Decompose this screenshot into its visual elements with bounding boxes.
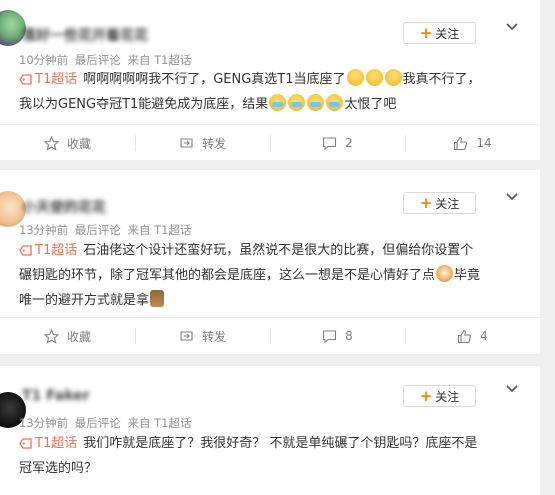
comment-button[interactable]: 8 [270, 318, 405, 354]
post-meta: 10分钟前 最后评论 来自 T1超话 [19, 52, 191, 68]
grimace-emoji [365, 69, 383, 86]
chevron-down-icon[interactable] [505, 20, 519, 34]
repost-button[interactable]: 转发 [135, 125, 270, 160]
post-source[interactable]: 来自 T1超话 [127, 416, 191, 430]
post-meta-label: 最后评论 [74, 416, 121, 430]
repost-icon [180, 137, 193, 148]
post-text: T1超话 我们咋就是底座了？我很好奇？ 不就是单纯碾了个钥匙吗？底座不是冠军选的吗… [19, 431, 524, 481]
follow-button[interactable]: + 关注 [403, 22, 476, 44]
post-actions: 收藏 转发 2 14 [0, 124, 540, 160]
post-text-part: 太恨了吧 [344, 97, 397, 112]
post-text-part: 我以为GENG夺冠T1能避免成为底座，结果 [19, 97, 269, 112]
super-topic-tag-icon [19, 438, 32, 449]
like-count: 4 [480, 329, 488, 343]
weibo-comment-feed: 落好一些花开着花花 10分钟前 最后评论 来自 T1超话 + 关注 T1超话 啊啊… [0, 0, 540, 495]
repost-label: 转发 [201, 329, 226, 344]
plus-icon: + [419, 386, 433, 405]
post-text-part: 我们咋就是底座了？我很好奇？ 不就是单纯碾了个钥匙吗？底座不是 [83, 436, 478, 451]
follow-button[interactable]: + 关注 [403, 385, 476, 407]
collect-button[interactable]: 收藏 [0, 318, 135, 354]
plus-icon: + [419, 193, 433, 212]
comment-count: 2 [345, 136, 353, 150]
like-button[interactable]: 4 [405, 318, 540, 354]
post-text-part: 冠军选的吗？ [19, 461, 98, 476]
post-text-part: 啊啊啊啊啊我不行了，GENG真选T1当底座了 [83, 72, 346, 87]
topic-label: T1超话 [35, 243, 78, 258]
post-meta-label: 最后评论 [74, 223, 121, 237]
follow-button[interactable]: + 关注 [403, 192, 476, 214]
repost-button[interactable]: 转发 [135, 318, 270, 354]
post-meta: 13分钟前 最后评论 来自 T1超话 [19, 415, 191, 431]
comment-button[interactable]: 2 [270, 125, 405, 160]
topic-label: T1超话 [35, 72, 78, 87]
post-text: T1超话 啊啊啊啊啊我不行了，GENG真选T1当底座了 我真不行了， 我以为GENG夺… [19, 67, 524, 117]
post-text-part: 毕竟 [454, 268, 481, 283]
topic-link[interactable]: T1超话 [19, 243, 77, 258]
collect-label: 收藏 [66, 136, 91, 151]
post-text-part: 唯一的避开方式就是拿 [19, 293, 150, 308]
like-count: 14 [476, 136, 492, 150]
post-text-part: 石油佬这个设计还蛮好玩，虽然说不是很大的比赛，但偏给你设置个 [83, 243, 474, 258]
crying-emoji [307, 94, 325, 111]
grimace-emoji [346, 69, 364, 86]
grimace-emoji [384, 69, 402, 86]
chevron-down-icon[interactable] [505, 190, 519, 204]
post-source[interactable]: 来自 T1超话 [127, 223, 191, 237]
topic-link[interactable]: T1超话 [19, 72, 77, 87]
thumbs-up-icon [458, 329, 472, 343]
super-topic-tag-icon [19, 74, 32, 85]
comment-bubble-icon [323, 136, 337, 150]
follow-label: 关注 [435, 26, 460, 41]
comment-bubble-icon [323, 329, 337, 343]
crying-emoji [288, 94, 306, 111]
comment-count: 8 [345, 329, 353, 343]
username[interactable]: 落好一些花开着花花 [22, 25, 148, 45]
post-text: T1超话 石油佬这个设计还蛮好玩，虽然说不是很大的比赛，但偏给你设置个碾钥匙的环节… [19, 238, 524, 313]
thumbs-up-icon [454, 136, 468, 150]
post-actions: 收藏 转发 8 4 [0, 317, 540, 354]
post-card: T1 Faker 13分钟前 最后评论 来自 T1超话 + 关注 T1超话 我们咋… [0, 366, 540, 495]
trophy-emoji [150, 290, 165, 307]
post-card: 落好一些花开着花花 10分钟前 最后评论 来自 T1超话 + 关注 T1超话 啊啊… [0, 0, 540, 160]
username[interactable]: T1 Faker [22, 388, 90, 404]
chevron-down-icon[interactable] [505, 382, 519, 396]
post-text-part: 我真不行了， [402, 72, 481, 87]
crying-emoji [269, 94, 287, 111]
post-card: 小天使的花花 13分钟前 最后评论 来自 T1超话 + 关注 T1超话 石油佬这个… [0, 170, 540, 354]
crying-emoji [326, 94, 344, 111]
dog-emoji [436, 265, 454, 282]
plus-icon: + [419, 23, 433, 42]
repost-label: 转发 [201, 136, 226, 151]
username[interactable]: 小天使的花花 [22, 197, 106, 217]
repost-icon [180, 330, 193, 341]
super-topic-tag-icon [19, 245, 32, 256]
follow-label: 关注 [435, 389, 460, 404]
post-time: 13分钟前 [19, 223, 69, 237]
post-source[interactable]: 来自 T1超话 [127, 53, 191, 67]
collect-button[interactable]: 收藏 [0, 125, 135, 160]
star-icon [43, 135, 59, 151]
post-text-part: 碾钥匙的环节，除了冠军其他的都会是底座，这么一想是不是心情好了点 [19, 268, 436, 283]
like-button[interactable]: 14 [405, 125, 540, 160]
collect-label: 收藏 [66, 329, 91, 344]
post-meta-label: 最后评论 [74, 53, 121, 67]
post-meta: 13分钟前 最后评论 来自 T1超话 [19, 222, 191, 238]
post-time: 13分钟前 [19, 416, 69, 430]
post-time: 10分钟前 [19, 53, 69, 67]
star-icon [43, 328, 59, 344]
topic-link[interactable]: T1超话 [19, 436, 77, 451]
follow-label: 关注 [435, 196, 460, 211]
topic-label: T1超话 [35, 436, 78, 451]
